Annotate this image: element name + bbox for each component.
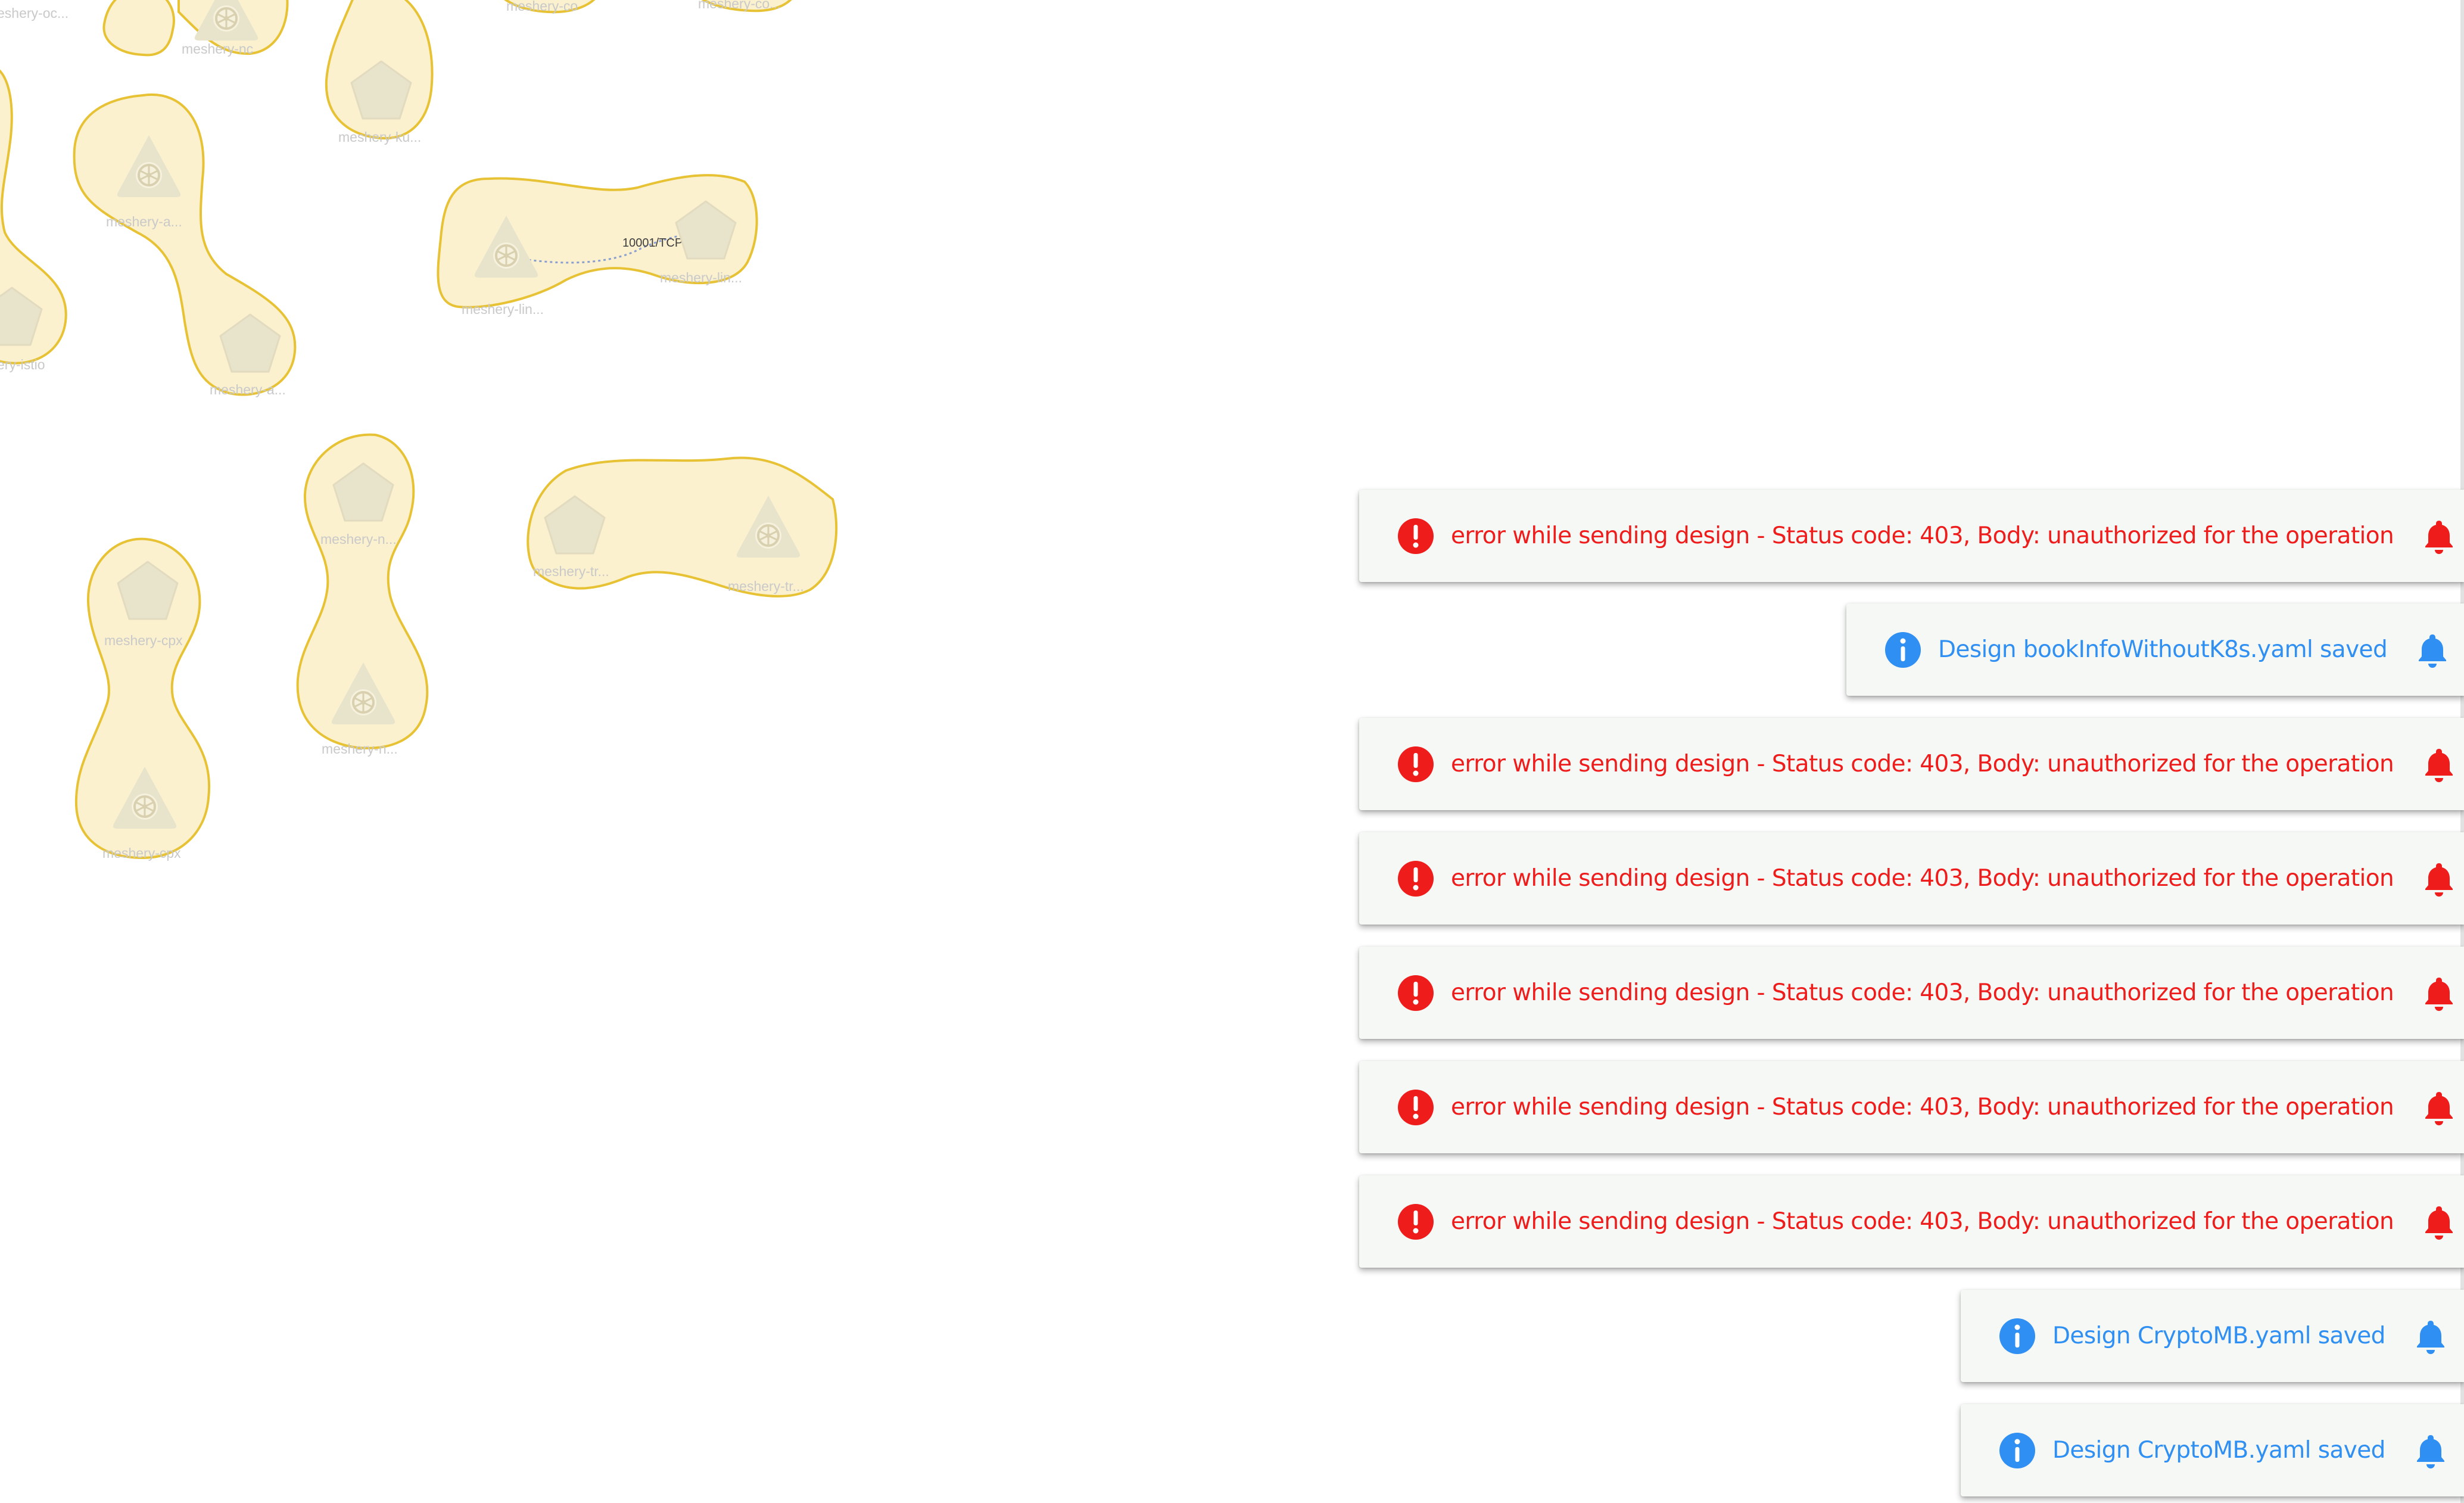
group-shapes: [0, 0, 838, 860]
notification-message: error while sending design - Status code…: [1451, 1094, 2394, 1121]
node-label: meshery-lin...: [660, 270, 742, 285]
bell-icon[interactable]: [2421, 861, 2457, 897]
bell-icon[interactable]: [2413, 1318, 2449, 1354]
notification-toast[interactable]: Design bookInfoWithoutK8s.yaml saved: [1846, 603, 2464, 696]
node-label: ery-istio: [0, 357, 45, 372]
bell-icon[interactable]: [2421, 518, 2457, 554]
node-label: meshery-n...: [320, 531, 397, 547]
node-label: meshery-ku...: [338, 129, 421, 145]
bell-icon[interactable]: [2421, 975, 2457, 1011]
node-label: eshery-oc...: [0, 5, 68, 21]
notification-toast[interactable]: error while sending design - Status code…: [1359, 1061, 2464, 1153]
node-label: meshery-n...: [322, 741, 398, 757]
node-label: meshery-nc: [182, 41, 253, 57]
notification-toast[interactable]: error while sending design - Status code…: [1359, 718, 2464, 810]
notification-toast[interactable]: error while sending design - Status code…: [1359, 1175, 2464, 1268]
notification-message: error while sending design - Status code…: [1451, 751, 2394, 777]
node-label: meshery-tr...: [728, 578, 804, 594]
notification-message: error while sending design - Status code…: [1451, 865, 2394, 892]
error-circle-icon: [1398, 975, 1434, 1011]
info-circle-icon: [1885, 631, 1921, 668]
notification-message: error while sending design - Status code…: [1451, 979, 2394, 1006]
node-label: meshery-co: [506, 0, 578, 14]
notification-toast[interactable]: error while sending design - Status code…: [1359, 947, 2464, 1039]
notification-message: Design bookInfoWithoutK8s.yaml saved: [1938, 636, 2388, 663]
bell-icon[interactable]: [2415, 632, 2450, 668]
error-circle-icon: [1398, 746, 1434, 782]
notification-toast[interactable]: Design CryptoMB.yaml saved: [1961, 1404, 2464, 1496]
error-circle-icon: [1398, 1203, 1434, 1240]
node-label: meshery-tr...: [533, 564, 609, 579]
bell-icon[interactable]: [2421, 1204, 2457, 1240]
notification-message: error while sending design - Status code…: [1451, 522, 2394, 549]
node-label: meshery-a...: [210, 382, 286, 397]
error-circle-icon: [1398, 860, 1434, 897]
info-circle-icon: [1999, 1432, 2035, 1468]
node-label: meshery-cpx: [104, 633, 183, 648]
node-label: meshery-a...: [106, 214, 182, 229]
bell-icon[interactable]: [2413, 1433, 2449, 1468]
notification-message: Design CryptoMB.yaml saved: [2052, 1437, 2385, 1464]
notification-message: Design CryptoMB.yaml saved: [2052, 1322, 2385, 1349]
node-label: meshery-cpx: [102, 845, 181, 861]
edge-label: 10001/TCP: [622, 237, 683, 250]
error-circle-icon: [1398, 1089, 1434, 1125]
node-label: meshery-lin...: [462, 301, 544, 317]
bell-icon[interactable]: [2421, 1090, 2457, 1125]
notification-toast[interactable]: error while sending design - Status code…: [1359, 832, 2464, 925]
error-circle-icon: [1398, 518, 1434, 554]
notification-message: error while sending design - Status code…: [1451, 1208, 2394, 1235]
node-label: meshery-co...: [698, 0, 781, 11]
notification-toast[interactable]: Design CryptoMB.yaml saved: [1961, 1290, 2464, 1382]
notification-toast[interactable]: error while sending design - Status code…: [1359, 490, 2464, 582]
info-circle-icon: [1999, 1318, 2035, 1354]
bell-icon[interactable]: [2421, 746, 2457, 782]
